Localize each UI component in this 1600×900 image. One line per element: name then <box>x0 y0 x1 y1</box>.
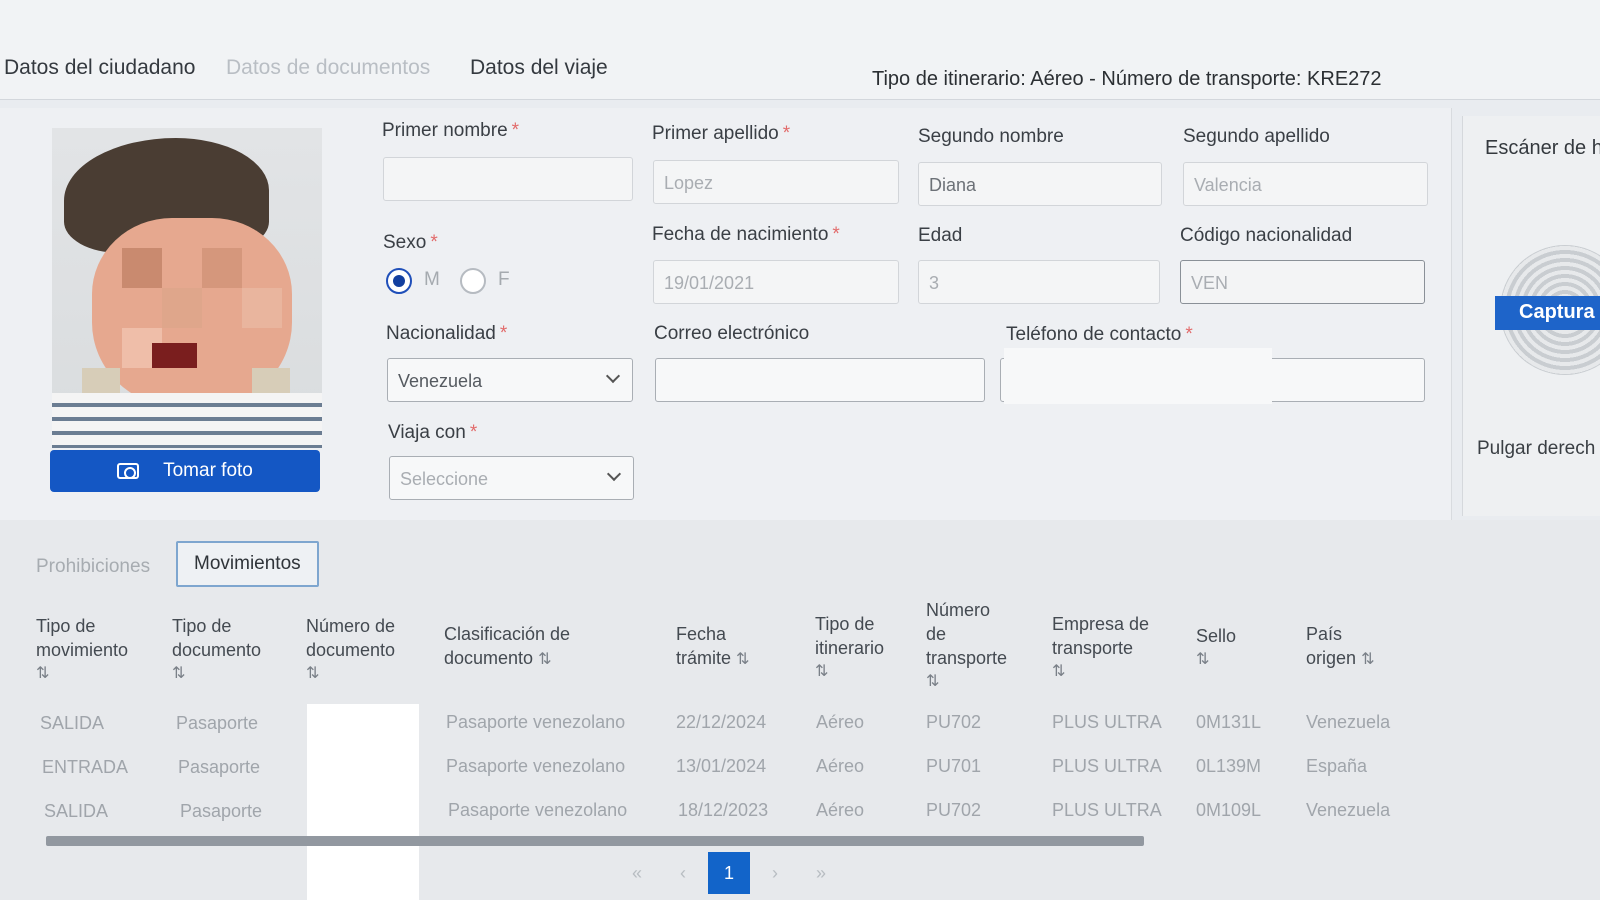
sort-icon: ⇅ <box>306 665 319 682</box>
cell-tipo-movimiento: SALIDA <box>40 713 105 733</box>
take-photo-label: Tomar foto <box>163 460 253 481</box>
edad-input[interactable]: 3 <box>918 260 1160 304</box>
cell-itinerario: Aéreo <box>816 712 865 732</box>
segundo-nombre-input[interactable]: Diana <box>918 162 1162 206</box>
codigo-nacionalidad-input[interactable]: VEN <box>1180 260 1425 304</box>
sort-icon: ⇅ <box>736 651 750 668</box>
sort-icon: ⇅ <box>815 663 828 680</box>
horizontal-scrollbar[interactable] <box>46 836 1144 846</box>
cell-clasificacion: Pasaporte venezolano <box>448 800 628 820</box>
cell-itinerario: Aéreo <box>816 756 865 776</box>
nacionalidad-select[interactable]: Venezuela <box>387 358 633 402</box>
header-fecha-tramite[interactable]: Fecha trámite ⇅ <box>676 622 750 672</box>
chevron-down-icon <box>606 466 622 482</box>
header-tipo-documento[interactable]: Tipo de documento ⇅ <box>172 614 261 686</box>
sort-icon: ⇅ <box>538 651 552 668</box>
segundo-apellido-input[interactable]: Valencia <box>1183 162 1428 206</box>
camera-icon <box>117 463 140 479</box>
sexo-label: Sexo * <box>383 232 438 253</box>
fecha-nacimiento-input[interactable]: 19/01/2021 <box>653 260 899 304</box>
itinerary-info: Tipo de itinerario: Aéreo - Número de tr… <box>872 68 1382 90</box>
cell-empresa: PLUS ULTRA <box>1052 756 1162 776</box>
pagination-last[interactable]: » <box>800 852 842 894</box>
cell-clasificacion: Pasaporte venezolano <box>446 712 626 732</box>
cell-tipo-movimiento: ENTRADA <box>42 757 129 777</box>
cell-fecha: 13/01/2024 <box>676 756 767 776</box>
cell-pais-origen: Venezuela <box>1306 800 1391 820</box>
nacionalidad-value: Venezuela <box>398 371 483 391</box>
sort-icon: ⇅ <box>926 673 939 690</box>
cell-pais-origen: España <box>1306 756 1368 776</box>
cell-clasificacion: Pasaporte venezolano <box>446 756 626 776</box>
primer-nombre-input[interactable] <box>383 157 633 201</box>
sort-icon: ⇅ <box>36 665 49 682</box>
sort-icon: ⇅ <box>1196 651 1209 668</box>
capture-button[interactable]: Captura <box>1495 296 1600 330</box>
cell-empresa: PLUS ULTRA <box>1052 800 1162 820</box>
cell-tipo-movimiento: SALIDA <box>44 801 109 821</box>
telefono-label: Teléfono de contacto * <box>1006 324 1193 345</box>
pagination-prev[interactable]: ‹ <box>662 852 704 894</box>
top-tab-bar: Datos del ciudadano Datos de documentos … <box>0 0 1600 100</box>
edad-label: Edad <box>918 225 963 246</box>
cell-sello: 0M131L <box>1196 712 1262 732</box>
correo-input[interactable] <box>655 358 985 402</box>
header-numero-transporte[interactable]: Número de transporte ⇅ <box>926 598 1007 694</box>
cell-pais-origen: Venezuela <box>1306 712 1391 732</box>
header-clasificacion-documento[interactable]: Clasificación de documento ⇅ <box>444 622 570 672</box>
sort-icon: ⇅ <box>1052 663 1065 680</box>
take-photo-button[interactable]: Tomar foto <box>50 450 320 492</box>
correo-label: Correo electrónico <box>654 323 810 344</box>
tab-prohibiciones[interactable]: Prohibiciones <box>36 556 150 578</box>
cell-transporte: PU702 <box>926 712 982 732</box>
sexo-radio-m[interactable] <box>386 268 412 294</box>
tab-datos-documentos[interactable]: Datos de documentos <box>226 56 430 80</box>
header-sello[interactable]: Sello ⇅ <box>1196 624 1236 672</box>
cell-empresa: PLUS ULTRA <box>1052 712 1162 732</box>
cell-itinerario: Aéreo <box>816 800 865 820</box>
sexo-option-m-label: M <box>424 269 440 290</box>
tab-datos-ciudadano[interactable]: Datos del ciudadano <box>4 56 195 80</box>
cell-sello: 0L139M <box>1196 756 1262 776</box>
header-numero-documento[interactable]: Número de documento ⇅ <box>306 614 395 686</box>
pagination-next[interactable]: › <box>754 852 796 894</box>
sort-icon: ⇅ <box>172 665 185 682</box>
cell-tipo-documento: Pasaporte <box>178 757 261 777</box>
cell-tipo-documento: Pasaporte <box>180 801 263 821</box>
viaja-con-label: Viaja con * <box>388 422 478 443</box>
fecha-nacimiento-label: Fecha de nacimiento * <box>652 224 840 245</box>
segundo-nombre-label: Segundo nombre <box>918 126 1064 147</box>
viaja-con-value: Seleccione <box>400 469 489 489</box>
cell-fecha: 22/12/2024 <box>676 712 767 732</box>
scanner-title: Escáner de h <box>1485 137 1600 159</box>
pagination-page-1[interactable]: 1 <box>708 852 750 894</box>
cell-sello: 0M109L <box>1196 800 1262 820</box>
nacionalidad-label: Nacionalidad * <box>386 323 508 344</box>
thumb-label: Pulgar derech <box>1477 438 1596 459</box>
header-tipo-itinerario[interactable]: Tipo de itinerario ⇅ <box>815 612 884 684</box>
tab-movimientos[interactable]: Movimientos <box>176 541 319 587</box>
cell-tipo-documento: Pasaporte <box>176 713 259 733</box>
redacted-document-numbers <box>307 704 419 900</box>
redacted-area <box>1004 348 1272 404</box>
cell-fecha: 18/12/2023 <box>678 800 769 820</box>
header-tipo-movimiento[interactable]: Tipo de movimiento ⇅ <box>36 614 128 686</box>
header-empresa-transporte[interactable]: Empresa de transporte ⇅ <box>1052 612 1149 684</box>
sexo-radio-f[interactable] <box>460 268 486 294</box>
segundo-apellido-label: Segundo apellido <box>1183 126 1330 147</box>
chevron-down-icon <box>605 368 621 384</box>
primer-nombre-label: Primer nombre * <box>382 120 520 141</box>
pagination-first[interactable]: « <box>616 852 658 894</box>
sexo-option-f-label: F <box>498 269 510 290</box>
cell-transporte: PU701 <box>926 756 982 776</box>
sort-icon: ⇅ <box>1361 651 1375 668</box>
codigo-nacionalidad-label: Código nacionalidad <box>1180 225 1353 246</box>
primer-apellido-label: Primer apellido * <box>652 123 791 144</box>
tab-datos-viaje[interactable]: Datos del viaje <box>470 56 608 80</box>
viaja-con-select[interactable]: Seleccione <box>389 456 634 500</box>
citizen-photo <box>52 128 322 448</box>
primer-apellido-input[interactable]: Lopez <box>653 160 899 204</box>
cell-transporte: PU702 <box>926 800 982 820</box>
header-pais-origen[interactable]: País origen ⇅ <box>1306 622 1375 672</box>
